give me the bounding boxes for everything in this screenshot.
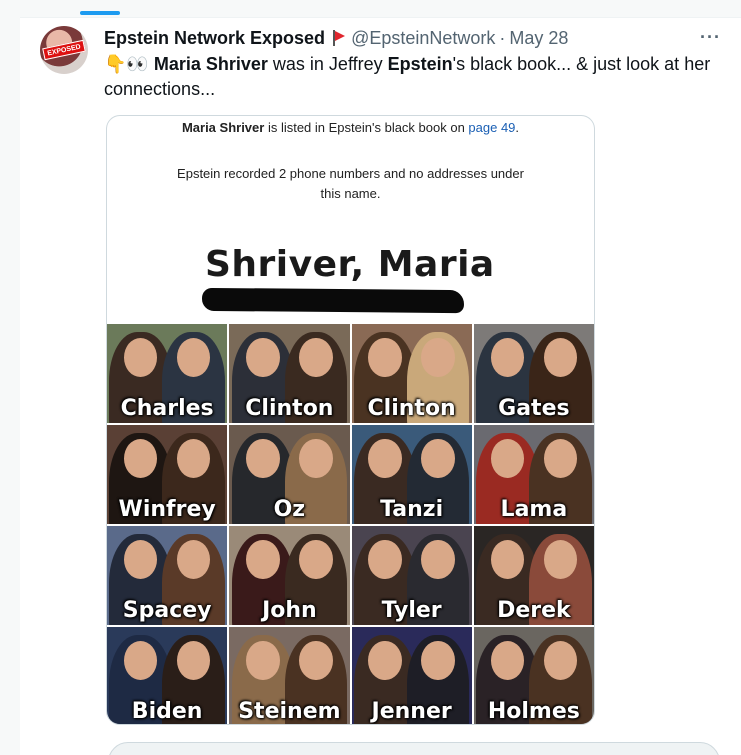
tweet-text-mid: was in Jeffrey [267,54,388,74]
photo-cell-spacey: Spacey [107,526,228,625]
face-right [421,337,455,378]
red-flag-icon [331,30,345,46]
face-left [368,438,402,479]
author-name[interactable]: Epstein Network Exposed [104,28,325,49]
photo-label: Holmes [487,699,580,724]
more-options-icon[interactable]: ··· [700,27,721,48]
face-right [421,539,455,580]
face-left [368,640,402,681]
photo-label: Lama [500,497,568,522]
photo-label: Clinton [367,396,456,421]
face-right [299,337,333,378]
photo-label: Charles [120,396,214,421]
photo-label: Derek [497,598,571,623]
tweet-date[interactable]: May 28 [509,28,568,49]
photo-label: Jenner [371,699,452,724]
face-right [299,438,333,479]
photo-label: Gates [498,396,570,421]
photo-cell-holmes: Holmes [473,627,594,724]
photo-cell-tanzi: Tanzi [351,425,472,524]
photo-cell-lama: Lama [473,425,594,524]
photo-label: Tyler [381,598,442,623]
photo-cell-oz: Oz [229,425,350,524]
photo-cell-clinton: Clinton [351,324,472,423]
photo-label: Steinem [238,699,341,724]
photo-label: Oz [273,497,306,522]
tweet-header: Epstein Network Exposed @EpsteinNetwork … [104,27,721,49]
face-left [246,640,280,681]
face-left [368,539,402,580]
avatar-stamp-logo: EXPOSED [42,39,86,61]
black-book-entry: Shriver, Maria [205,244,495,285]
note-end: . [515,120,520,135]
page-link[interactable]: page 49 [468,120,515,135]
mention-epstein: Epstein [387,54,453,74]
media-note-phones: Epstein recorded 2 phone numbers and no … [177,166,524,201]
photo-cell-gates: Gates [473,324,594,423]
emoji-pointing-eyes: 👇👀 [104,54,149,74]
photo-label: Biden [131,699,203,724]
photo-label: Spacey [122,598,212,623]
active-tab-indicator [80,11,120,15]
tweet-text: 👇👀 Maria Shriver was in Jeffrey Epstein'… [104,52,734,102]
face-left [368,337,402,378]
photo-cell-biden: Biden [107,627,228,724]
face-right [299,539,333,580]
tweet-card[interactable]: EXPOSED Epstein Network Exposed @Epstein… [20,18,741,755]
media-note-listing: Maria Shriver is listed in Epstein's bla… [107,118,594,138]
note-text: is listed in Epstein's black book on [264,120,469,135]
photo-label: Clinton [245,396,334,421]
photo-cell-steinem: Steinem [229,627,350,724]
photo-label: Tanzi [380,497,444,522]
photo-grid: Charles Clinton Clinton Gates Winfrey Oz Tanzi… [107,324,594,724]
redaction-mark [201,287,465,314]
face-right [421,438,455,479]
author-handle[interactable]: @EpsteinNetwork [351,28,495,49]
photo-cell-jenner: Jenner [351,627,472,724]
note-name: Maria Shriver [181,120,265,135]
face-left [246,438,280,479]
photo-cell-john: John [229,526,350,625]
mention-maria-shriver: Maria Shriver [153,54,268,74]
face-left [246,337,280,378]
tweet-media-image[interactable]: Maria Shriver is listed in Epstein's bla… [106,115,595,725]
photo-cell-clinton: Clinton [229,324,350,423]
next-item-placeholder [108,742,720,755]
photo-cell-tyler: Tyler [351,526,472,625]
avatar[interactable]: EXPOSED [40,26,88,74]
photo-label: Winfrey [118,497,216,522]
face-right [299,640,333,681]
header-separator: · [499,27,506,48]
face-right [421,640,455,681]
photo-label: John [262,598,317,623]
photo-cell-winfrey: Winfrey [107,425,228,524]
face-left [246,539,280,580]
photo-cell-derek: Derek [473,526,594,625]
photo-cell-charles: Charles [107,324,228,423]
